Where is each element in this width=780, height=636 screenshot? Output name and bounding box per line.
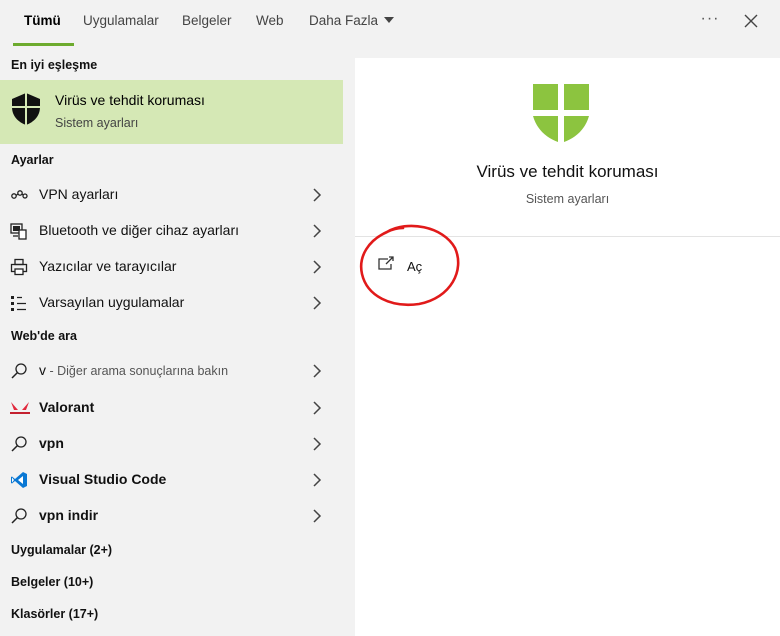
devices-icon — [10, 223, 27, 240]
web-item-label: Visual Studio Code — [39, 471, 167, 487]
web-item-valorant[interactable]: Valorant — [0, 389, 343, 425]
settings-item-label: Varsayılan uygulamalar — [39, 294, 185, 310]
web-item-vscode[interactable]: Visual Studio Code — [0, 461, 343, 497]
vpn-icon — [11, 190, 28, 199]
search-filter-bar: Tümü Uygulamalar Belgeler Web Daha Fazla… — [0, 0, 780, 46]
shield-icon — [533, 84, 589, 142]
web-item-label: Valorant — [39, 399, 95, 415]
chevron-down-icon — [384, 17, 395, 23]
divider — [355, 236, 780, 237]
chevron-right-icon[interactable] — [312, 296, 322, 310]
chevron-right-icon[interactable] — [312, 437, 322, 451]
tab-apps[interactable]: Uygulamalar — [83, 0, 159, 46]
web-item-label: v - Diğer arama sonuçlarına bakın — [39, 362, 228, 378]
default-apps-icon — [11, 296, 26, 311]
tab-web[interactable]: Web — [256, 0, 284, 46]
best-match-sub: Sistem ayarları — [55, 116, 139, 130]
shield-icon — [12, 93, 40, 125]
web-search-heading: Web'de ara — [11, 329, 77, 343]
web-item-label: vpn indir — [39, 507, 99, 523]
best-match-heading: En iyi eşleşme — [11, 58, 98, 72]
documents-heading[interactable]: Belgeler (10+) — [11, 575, 93, 589]
open-icon — [378, 256, 394, 270]
valorant-icon — [10, 402, 30, 414]
tab-more[interactable]: Daha Fazla — [309, 0, 395, 46]
preview-panel: Virüs ve tehdit koruması Sistem ayarları… — [355, 58, 780, 636]
preview-subtitle: Sistem ayarları — [525, 192, 610, 206]
close-icon — [744, 14, 758, 28]
web-item-vpn[interactable]: vpn — [0, 425, 343, 461]
apps-heading[interactable]: Uygulamalar (2+) — [11, 543, 112, 557]
search-icon — [11, 508, 27, 524]
close-button[interactable] — [741, 10, 761, 32]
settings-item-vpn[interactable]: VPN ayarları — [0, 176, 343, 212]
chevron-right-icon[interactable] — [312, 401, 322, 415]
chevron-right-icon[interactable] — [312, 364, 322, 378]
vscode-icon — [11, 472, 27, 488]
chevron-right-icon[interactable] — [312, 188, 322, 202]
more-options-button[interactable]: ··· — [698, 8, 722, 34]
printer-icon — [10, 258, 28, 276]
web-item-hint: - Diğer arama sonuçlarına bakın — [46, 364, 229, 378]
preview-title: Virüs ve tehdit koruması — [476, 162, 659, 181]
settings-heading: Ayarlar — [11, 153, 54, 167]
search-icon — [11, 436, 27, 452]
web-item-vpn-indir[interactable]: vpn indir — [0, 497, 343, 533]
chevron-right-icon[interactable] — [312, 509, 322, 523]
settings-item-label: VPN ayarları — [39, 186, 119, 202]
tab-more-label: Daha Fazla — [309, 13, 379, 28]
web-item-query: v — [39, 362, 46, 378]
open-button[interactable]: Aç — [377, 254, 467, 278]
chevron-right-icon[interactable] — [312, 473, 322, 487]
tab-documents[interactable]: Belgeler — [182, 0, 232, 46]
best-match-name: Virüs ve tehdit koruması — [55, 92, 205, 108]
chevron-right-icon[interactable] — [312, 260, 322, 274]
settings-item-printers[interactable]: Yazıcılar ve tarayıcılar — [0, 248, 343, 284]
open-label: Aç — [407, 259, 423, 274]
tab-all[interactable]: Tümü — [13, 0, 74, 46]
settings-item-default-apps[interactable]: Varsayılan uygulamalar — [0, 284, 343, 320]
results-panel: En iyi eşleşme Virüs ve tehdit koruması … — [0, 46, 343, 636]
folders-heading[interactable]: Klasörler (17+) — [11, 607, 98, 621]
best-match-item[interactable]: Virüs ve tehdit koruması Sistem ayarları — [0, 80, 343, 144]
settings-item-label: Yazıcılar ve tarayıcılar — [39, 258, 177, 274]
chevron-right-icon[interactable] — [312, 224, 322, 238]
settings-item-bluetooth[interactable]: Bluetooth ve diğer cihaz ayarları — [0, 212, 343, 248]
web-item-v[interactable]: v - Diğer arama sonuçlarına bakın — [0, 352, 343, 388]
web-item-label: vpn — [39, 435, 64, 451]
settings-item-label: Bluetooth ve diğer cihaz ayarları — [39, 222, 239, 238]
search-icon — [11, 363, 27, 379]
